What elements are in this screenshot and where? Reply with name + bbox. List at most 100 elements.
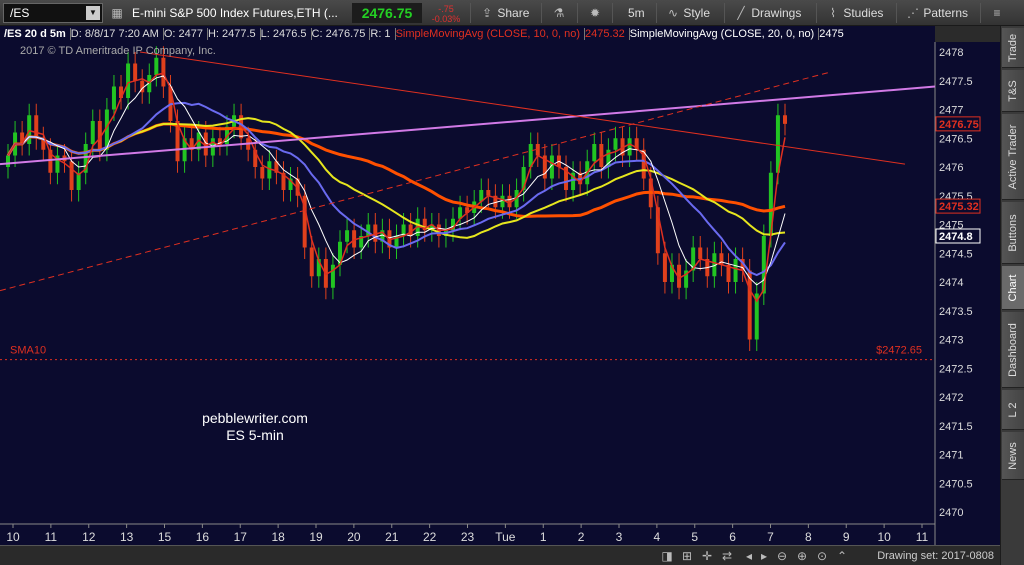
drawings-button[interactable]: ╱ Drawings (734, 0, 801, 26)
x-tick-label: 9 (843, 530, 850, 544)
info-low: L: 2476.5 (260, 28, 307, 40)
candle-body (330, 264, 335, 288)
timeframe-button[interactable]: 5m (628, 0, 645, 26)
share-button[interactable]: ⇪ Share (480, 0, 529, 26)
y-tick-label: 2471 (939, 450, 963, 462)
price-chart[interactable]: 24782477.524772476.524762475.524752474.5… (0, 42, 1000, 545)
pencil-icon: ╱ (737, 6, 745, 20)
studies-icon: ⌇ (830, 6, 836, 20)
y-tick-label: 2470.5 (939, 478, 973, 490)
chevron-up-icon[interactable]: ⌃ (835, 549, 849, 563)
change-pct: -0.03% (431, 14, 461, 24)
sma1-value: 2475.32 (585, 28, 625, 40)
fit-icon[interactable]: ⊞ (680, 549, 694, 563)
x-tick-label: 21 (385, 530, 399, 544)
zoom-in-icon[interactable]: ⊕ (795, 549, 809, 563)
chart-style-icon: ∿ (667, 6, 679, 20)
patterns-icon: ⋰ (907, 6, 919, 20)
price-label-text: 2476.75 (939, 119, 979, 131)
zoom-reset-icon[interactable]: ⊙ (815, 549, 829, 563)
flask-button[interactable]: ⚗ (552, 0, 566, 26)
x-tick-label: 15 (158, 530, 172, 544)
tab-chart[interactable]: Chart (1002, 266, 1024, 310)
candle-body (698, 247, 703, 259)
price-label-text: 2475.32 (939, 201, 979, 213)
watermark-line2: ES 5-min (226, 427, 284, 443)
price-label-text: 2474.8 (939, 231, 973, 243)
x-tick-label: 2 (578, 530, 585, 544)
candle-body (34, 115, 39, 139)
crosshair-icon[interactable]: ✛ (700, 549, 714, 563)
candle-body (260, 167, 265, 179)
sync-icon[interactable]: ⇄ (720, 549, 734, 563)
tab-news[interactable]: News (1002, 432, 1024, 480)
menu-button[interactable]: ≡ (990, 0, 1004, 26)
x-tick-label: 4 (654, 530, 661, 544)
pan-left-icon[interactable]: ◂ (742, 549, 756, 563)
chart-info-bar: /ES 20 d 5m D: 8/8/17 7:20 AM O: 2477 H: 24… (0, 26, 935, 42)
tab-l-2[interactable]: L 2 (1002, 390, 1024, 430)
tab-label: Dashboard (1007, 322, 1019, 377)
share-icon: ⇪ (481, 6, 493, 20)
y-tick-label: 2477.5 (939, 76, 973, 88)
pan-right-icon[interactable]: ▸ (757, 549, 771, 563)
y-tick-label: 2476 (939, 162, 963, 174)
y-tick-label: 2477 (939, 105, 963, 117)
candle-body (599, 144, 604, 167)
tab-label: Trade (1007, 33, 1019, 62)
candle-body (69, 161, 74, 190)
info-high: H: 2477.5 (207, 28, 256, 40)
candle-body (783, 115, 787, 124)
symbol-input[interactable]: /ES ▼ (3, 3, 103, 23)
toolbar: /ES ▼ ▦ E-mini S&P 500 Index Futures,ETH… (0, 0, 1024, 26)
x-tick-label: 20 (347, 530, 361, 544)
x-tick-label: 1 (540, 530, 547, 544)
x-tick-label: 22 (423, 530, 437, 544)
candle-body (154, 57, 159, 75)
tab-dashboard[interactable]: Dashboard (1002, 312, 1024, 388)
x-tick-label: 16 (196, 530, 210, 544)
studies-button[interactable]: ⌇ Studies (826, 0, 883, 26)
candle-body (161, 57, 166, 87)
scroll-icon[interactable]: ◨ (660, 549, 674, 563)
x-tick-label: 17 (234, 530, 248, 544)
patterns-button[interactable]: ⋰ Patterns (906, 0, 968, 26)
y-tick-label: 2472.5 (939, 363, 973, 375)
settings-button[interactable]: ✹ (588, 0, 602, 26)
x-tick-label: 5 (691, 530, 698, 544)
y-tick-label: 2476.5 (939, 133, 973, 145)
sma2-label: SimpleMovingAvg (CLOSE, 20, 0, no) (629, 28, 815, 40)
x-tick-label: 19 (309, 530, 323, 544)
info-close: C: 2476.75 (311, 28, 366, 40)
y-tick-label: 2470 (939, 507, 963, 519)
info-r: R: 1 (370, 28, 391, 40)
candle-body (500, 195, 505, 208)
x-tick-label: Tue (495, 530, 516, 544)
menu-icon: ≡ (993, 6, 1001, 20)
tab-active-trader[interactable]: Active Trader (1002, 114, 1024, 200)
sma2-value: 2475 (819, 28, 844, 40)
style-button[interactable]: ∿ Style (666, 0, 710, 26)
x-tick-label: 10 (877, 530, 891, 544)
tab-trade[interactable]: Trade (1002, 28, 1024, 68)
x-tick-label: 13 (120, 530, 134, 544)
candle-body (747, 270, 752, 340)
candle-body (592, 144, 597, 162)
x-tick-label: 10 (6, 530, 20, 544)
info-date: D: 8/8/17 7:20 AM (70, 28, 159, 40)
info-icon[interactable]: ▦ (110, 0, 124, 26)
zoom-out-icon[interactable]: ⊖ (775, 549, 789, 563)
drawing-set-label: Drawing set: 2017-0808 (877, 550, 994, 562)
x-tick-label: 18 (271, 530, 285, 544)
candle-body (627, 138, 632, 156)
candle-body (613, 138, 618, 150)
candle-body (126, 63, 131, 98)
copyright-text: 2017 © TD Ameritrade IP Company, Inc. (20, 45, 216, 57)
chevron-down-icon[interactable]: ▼ (86, 6, 100, 20)
y-tick-label: 2473.5 (939, 306, 973, 318)
tab-t-s[interactable]: T&S (1002, 70, 1024, 112)
x-tick-label: 3 (616, 530, 623, 544)
tab-buttons[interactable]: Buttons (1002, 202, 1024, 264)
y-tick-label: 2474.5 (939, 248, 973, 260)
gear-icon: ✹ (589, 6, 601, 20)
